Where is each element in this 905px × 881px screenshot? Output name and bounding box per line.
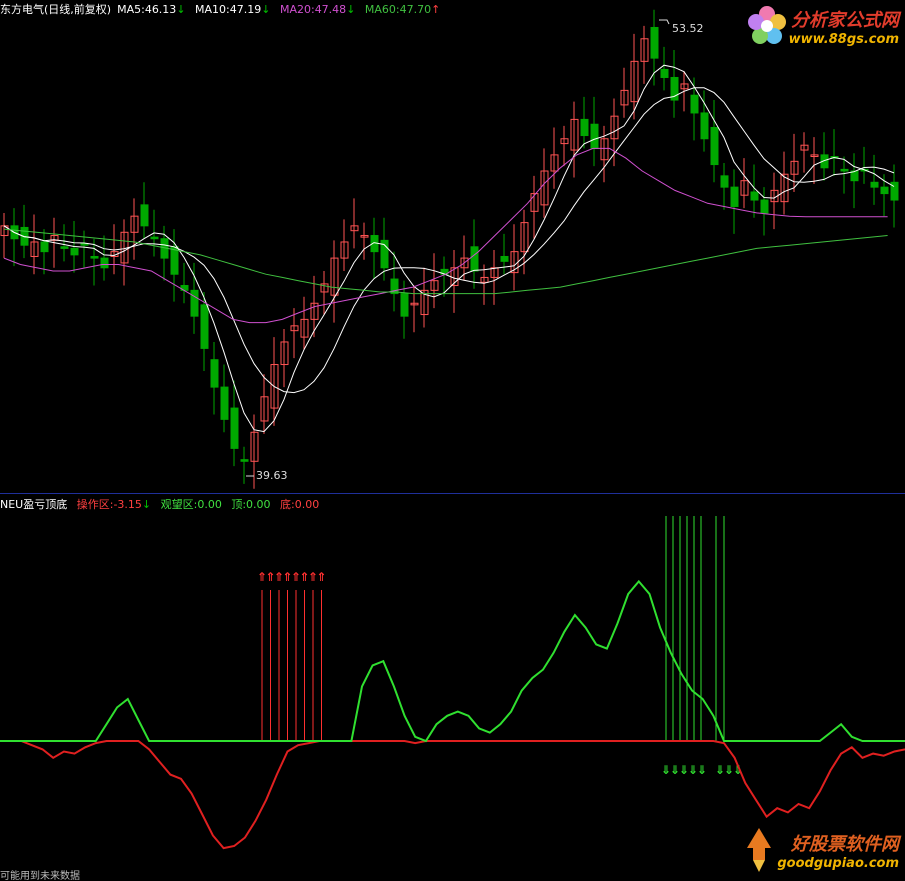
candle-down — [660, 68, 669, 78]
bottom-signal-arrow: ⇑ — [317, 570, 327, 584]
footer-note: 可能用到未来数据 — [0, 871, 80, 881]
candle-down — [840, 168, 849, 172]
top-logo: 分析家公式网 www.88gs.com — [745, 4, 899, 48]
bottom-logo-url: goodgupiao.com — [777, 855, 899, 871]
candle-down — [690, 94, 699, 114]
candle-down — [870, 181, 879, 188]
candle-down — [700, 112, 709, 140]
candle-down — [70, 247, 79, 256]
candle-down — [710, 126, 719, 166]
candle-down — [880, 186, 889, 195]
high-pointer — [659, 19, 670, 25]
candle-down — [140, 204, 149, 227]
candle-down — [590, 123, 599, 149]
candle-down — [730, 186, 739, 207]
top-logo-title: 分析家公式网 — [791, 9, 899, 31]
candle-down — [90, 255, 99, 259]
candle-down — [580, 118, 589, 137]
candle-down — [170, 246, 179, 275]
ma60-line — [3, 228, 888, 295]
bottom-logo: 好股票软件网 goodgupiao.com — [741, 826, 899, 874]
chart-canvas: ⇑⇑⇑⇑⇑⇑⇑⇑⇓⇓⇓⇓⇓ ⇓⇓⇓ — [0, 9, 905, 850]
candle-down — [650, 26, 659, 59]
ma10-line — [3, 87, 895, 394]
candle-down — [220, 386, 229, 420]
candle-down — [230, 407, 239, 449]
chart-window: 东方电气(日线,前复权) MA5:46.13↓ MA10:47.19↓ MA20:… — [0, 0, 905, 881]
candle-down — [210, 359, 219, 388]
candle-down — [150, 236, 159, 240]
candle-down — [470, 246, 479, 272]
candle-down — [500, 255, 509, 262]
flower-icon — [747, 6, 786, 44]
low-price-label: 39.63 — [256, 469, 288, 482]
candle-down — [720, 175, 729, 188]
top-signal-arrow: ⇓ — [697, 763, 707, 777]
candle-down — [190, 289, 199, 317]
candle-down — [240, 459, 249, 462]
ma20-line — [3, 147, 888, 324]
candle-down — [200, 304, 209, 349]
watch-zone-line — [0, 579, 905, 743]
top-logo-url: www.88gs.com — [788, 31, 899, 47]
bottom-logo-title: 好股票软件网 — [791, 833, 899, 855]
candle-down — [400, 293, 409, 317]
candle-down — [100, 257, 109, 269]
high-price-label: 53.52 — [672, 22, 704, 35]
candle-down — [760, 199, 769, 214]
rocket-icon — [747, 828, 772, 872]
candle-down — [40, 241, 49, 253]
candle-down — [60, 246, 69, 249]
candle-down — [750, 191, 759, 201]
